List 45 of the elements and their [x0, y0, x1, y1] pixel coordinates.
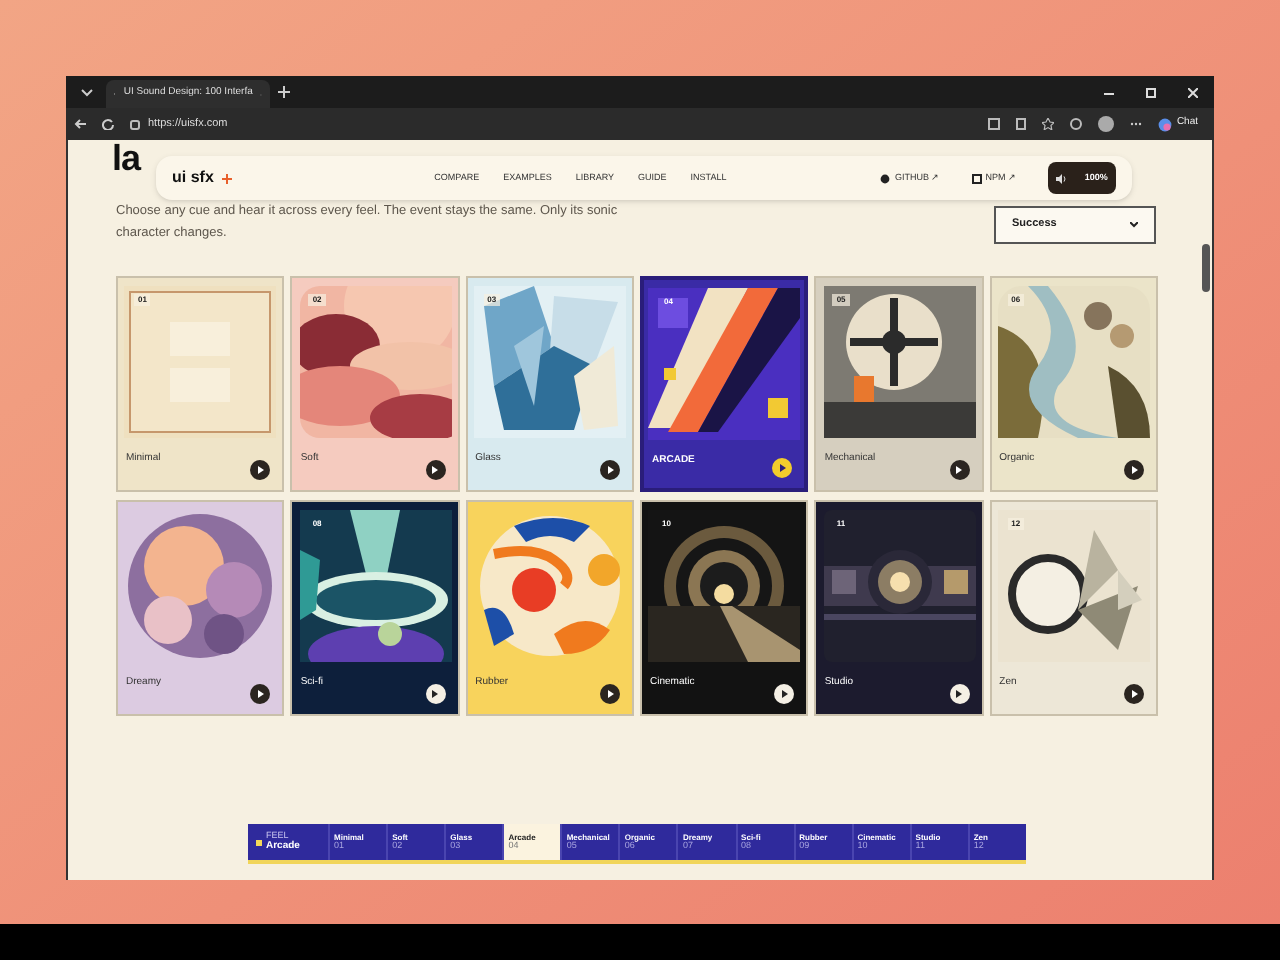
play-icon	[1131, 690, 1137, 698]
npm-icon	[971, 173, 982, 183]
reading-icon[interactable]	[1016, 118, 1027, 130]
play-icon	[257, 466, 264, 474]
play-button[interactable]	[949, 684, 970, 704]
logo[interactable]: ui sfx	[172, 166, 214, 190]
chevron-down-icon	[79, 87, 93, 97]
shield-icon[interactable]	[1070, 118, 1083, 130]
play-icon	[432, 466, 439, 474]
play-icon	[1131, 466, 1137, 474]
site-info-icon	[130, 119, 140, 129]
play-icon	[432, 690, 439, 698]
play-icon	[779, 464, 786, 472]
play-button[interactable]	[1124, 460, 1144, 480]
avatar[interactable]	[1098, 116, 1115, 132]
maximize-icon[interactable]	[1146, 87, 1156, 97]
play-button[interactable]	[250, 684, 271, 704]
play-icon	[607, 690, 613, 698]
scrollbar-thumb[interactable]	[1202, 244, 1210, 292]
chevron-down-icon	[1130, 222, 1138, 228]
play-button[interactable]	[600, 684, 620, 704]
play-icon	[781, 690, 788, 698]
play-button[interactable]	[774, 684, 795, 704]
play-button[interactable]	[772, 458, 793, 478]
play-button[interactable]	[250, 460, 271, 480]
play-icon	[956, 690, 963, 698]
extension-icon[interactable]	[988, 118, 1001, 130]
play-button[interactable]	[600, 460, 620, 480]
play-button[interactable]	[949, 460, 970, 480]
copilot-icon	[1158, 117, 1173, 131]
play-button[interactable]	[425, 460, 446, 480]
play-button[interactable]	[1124, 684, 1144, 704]
reload-icon[interactable]	[102, 118, 114, 130]
play-icon	[607, 466, 613, 474]
github-icon	[880, 173, 891, 183]
logo-mark-icon	[221, 173, 232, 183]
play-icon	[257, 690, 264, 698]
new-tab-icon[interactable]	[278, 86, 290, 98]
page-heading: la	[112, 140, 141, 176]
star-icon[interactable]	[1042, 118, 1055, 130]
back-icon[interactable]	[74, 118, 86, 130]
minimize-icon[interactable]	[1104, 87, 1114, 97]
play-button[interactable]	[425, 684, 446, 704]
play-icon	[956, 466, 963, 474]
feel-swatch	[256, 839, 262, 845]
